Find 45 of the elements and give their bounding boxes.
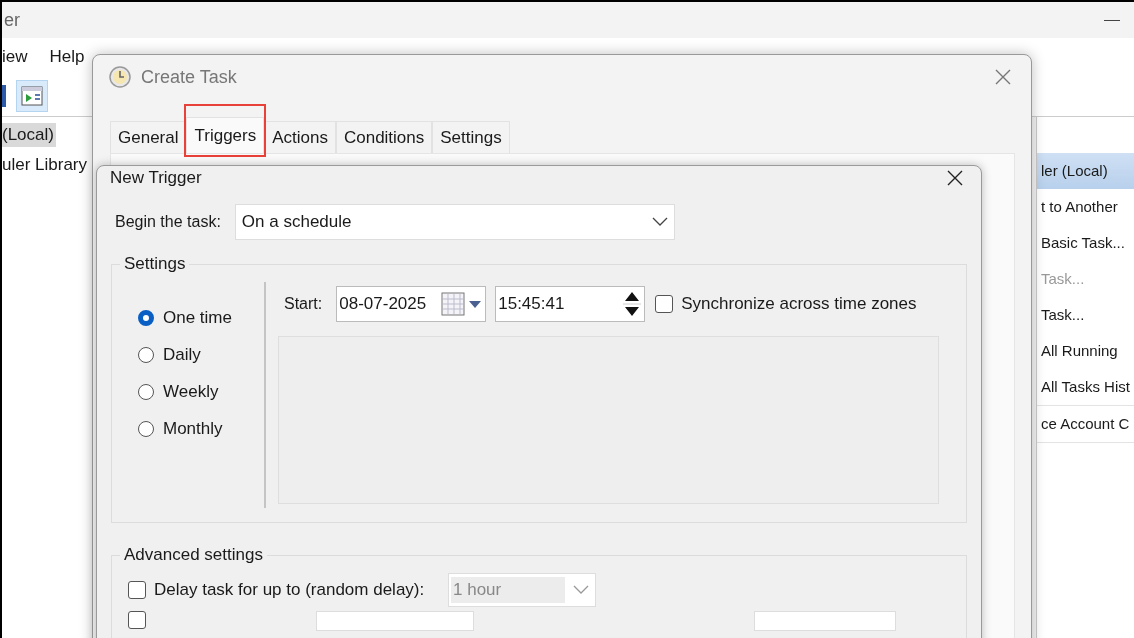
window-title: er xyxy=(4,9,20,31)
radio-label: Weekly xyxy=(163,382,219,402)
checkbox-label: Delay task for up to (random delay): xyxy=(154,580,425,600)
dialog-title: Create Task xyxy=(141,66,237,88)
dropdown-value: On a schedule xyxy=(241,212,352,232)
tab[interactable]: Conditions xyxy=(335,121,433,153)
toolbar-button[interactable] xyxy=(16,80,48,112)
dropdown[interactable]: On a schedule xyxy=(234,204,675,240)
radio-label: Monthly xyxy=(163,419,223,439)
tree-item[interactable]: uler Library xyxy=(2,153,90,177)
chevron-down-icon xyxy=(573,585,589,595)
group-title: Advanced settings xyxy=(123,545,264,565)
pane-header: ler (Local) xyxy=(1037,153,1134,189)
minimize-button[interactable] xyxy=(1104,19,1120,21)
dialog-title: New Trigger xyxy=(110,168,202,188)
dropdown-value: 1 hour xyxy=(451,577,565,603)
date-value: 08-07-2025 xyxy=(339,294,427,314)
close-icon xyxy=(947,170,963,186)
tree-item[interactable]: (Local) xyxy=(2,123,56,147)
radio-button[interactable] xyxy=(138,310,154,326)
radio-button[interactable] xyxy=(138,384,154,400)
close-icon xyxy=(995,69,1011,85)
radio-label: Daily xyxy=(163,345,201,365)
checkbox[interactable] xyxy=(655,295,674,313)
menu-item[interactable]: Help xyxy=(49,47,85,67)
date-picker[interactable]: 08-07-2025 xyxy=(336,286,487,322)
checkbox-label: Synchronize across time zones xyxy=(681,294,917,314)
field-label: Start: xyxy=(284,295,323,313)
radio-label: One time xyxy=(163,308,232,328)
tab[interactable]: Actions xyxy=(264,121,336,153)
action-item[interactable]: ce Account C xyxy=(1037,405,1134,443)
clock-icon xyxy=(109,66,131,88)
menu-item[interactable]: iew xyxy=(2,47,28,67)
tab[interactable]: General xyxy=(110,121,187,153)
tab[interactable]: Settings xyxy=(432,121,510,153)
radio-button[interactable] xyxy=(138,421,154,437)
tab[interactable]: Triggers xyxy=(186,117,265,153)
time-value: 15:45:41 xyxy=(498,294,565,314)
group-title: Settings xyxy=(123,254,187,274)
time-field[interactable]: 15:45:41 xyxy=(495,286,646,322)
chevron-down-icon xyxy=(651,217,668,227)
radio-button[interactable] xyxy=(138,347,154,363)
field-label: Begin the task: xyxy=(115,213,221,231)
window-play-icon xyxy=(21,86,43,106)
checkbox[interactable] xyxy=(128,611,146,629)
